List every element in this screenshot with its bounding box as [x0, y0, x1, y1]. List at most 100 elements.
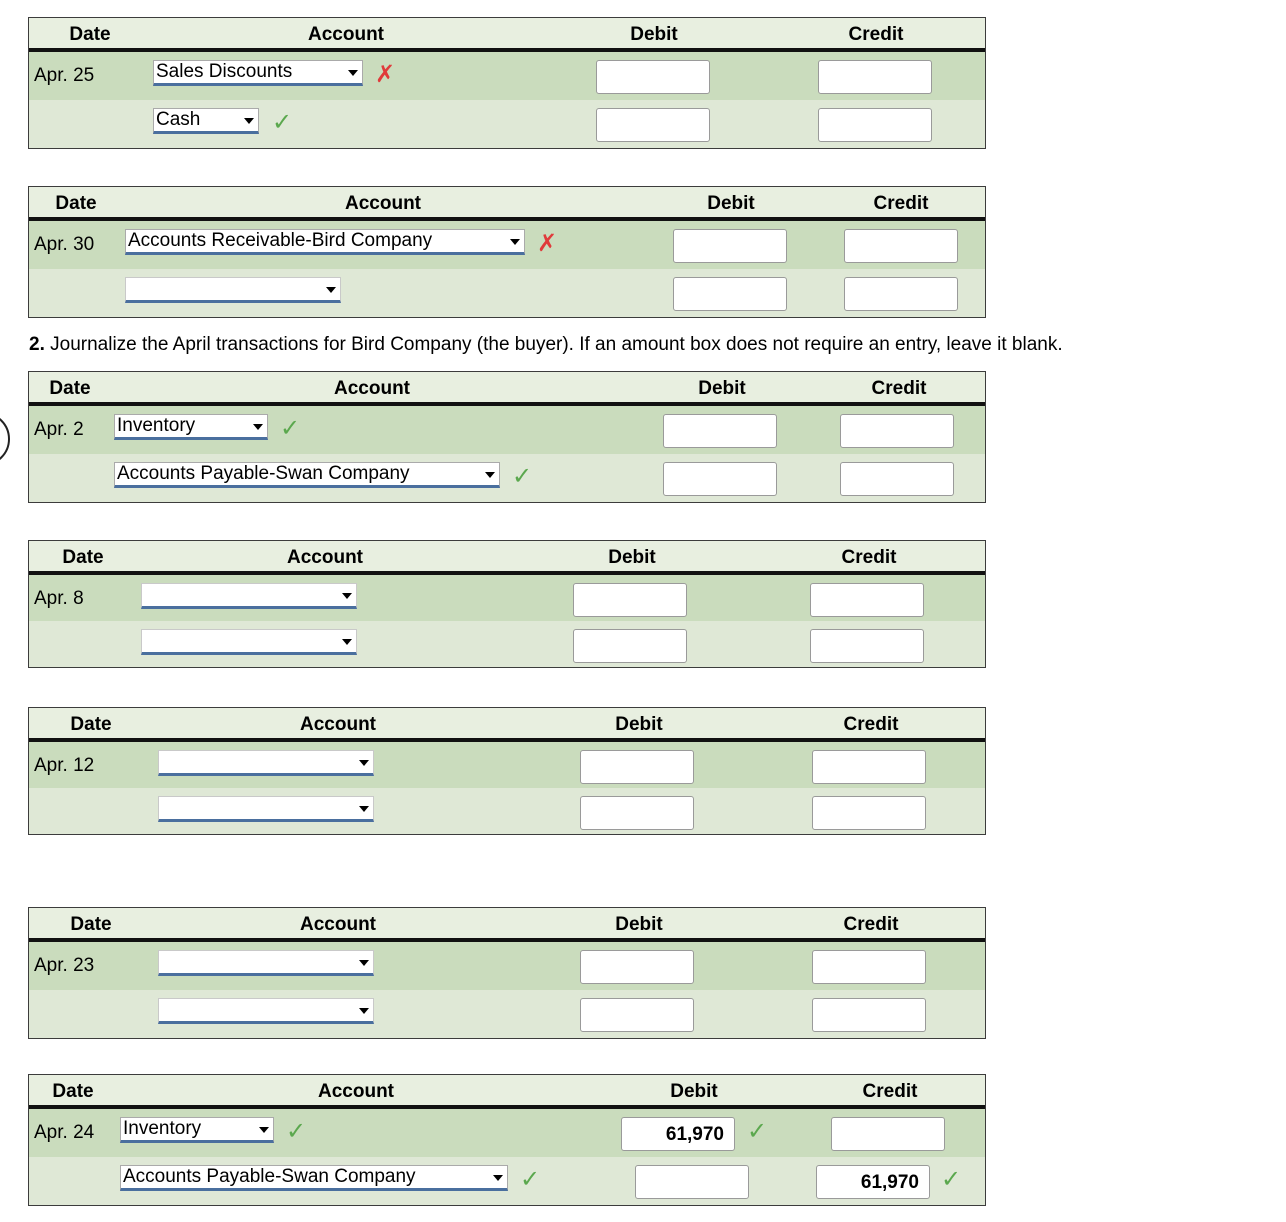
account-select[interactable]: Accounts Payable-Swan Company: [120, 1165, 508, 1191]
table-row: Accounts Payable-Swan Company ✓ 61,970 ✓: [29, 1157, 985, 1205]
account-select[interactable]: [141, 583, 357, 609]
debit-input[interactable]: [596, 108, 710, 142]
check-icon: ✓: [272, 109, 293, 136]
table-row: Apr. 2 Inventory ✓: [29, 406, 985, 454]
header-account: Account: [345, 193, 421, 214]
table-header: Date Account Debit Credit: [29, 1075, 985, 1109]
entry-date: Apr. 24: [34, 1122, 95, 1143]
credit-input[interactable]: [812, 998, 926, 1032]
account-select-value: Cash: [156, 109, 201, 130]
header-account: Account: [300, 714, 376, 735]
header-debit: Debit: [670, 1081, 718, 1102]
debit-input[interactable]: [635, 1165, 749, 1199]
debit-input[interactable]: [673, 277, 787, 311]
table-row: [29, 990, 985, 1038]
account-select-value: Inventory: [117, 415, 196, 436]
chevron-down-icon: [348, 70, 358, 76]
credit-input[interactable]: [812, 950, 926, 984]
account-select[interactable]: Cash: [153, 108, 259, 134]
debit-input[interactable]: [673, 229, 787, 263]
account-select[interactable]: [125, 277, 341, 303]
credit-input[interactable]: [844, 277, 958, 311]
chevron-down-icon: [485, 472, 495, 478]
table-header: Date Account Debit Credit: [29, 908, 985, 942]
header-date: Date: [49, 378, 91, 399]
table-header: Date Account Debit Credit: [29, 708, 985, 742]
header-debit: Debit: [608, 547, 656, 568]
journal-table-apr-25: Date Account Debit Credit Apr. 25 Sales …: [28, 17, 986, 149]
debit-input[interactable]: [663, 414, 777, 448]
debit-input[interactable]: [596, 60, 710, 94]
debit-input[interactable]: [663, 462, 777, 496]
header-credit: Credit: [843, 914, 899, 935]
chevron-down-icon: [510, 239, 520, 245]
credit-input[interactable]: [818, 108, 932, 142]
credit-input[interactable]: [840, 462, 954, 496]
chevron-down-icon: [253, 424, 263, 430]
entry-date: Apr. 30: [34, 234, 95, 255]
check-icon: ✓: [280, 415, 301, 442]
entry-date: Apr. 8: [34, 588, 84, 609]
debit-input[interactable]: [573, 629, 687, 663]
table-row: Apr. 24 Inventory ✓ 61,970 ✓: [29, 1109, 985, 1157]
chevron-down-icon: [342, 639, 352, 645]
header-date: Date: [52, 1081, 94, 1102]
header-date: Date: [55, 193, 97, 214]
account-select[interactable]: Sales Discounts: [153, 60, 363, 86]
table-header: Date Account Debit Credit: [29, 18, 985, 52]
chevron-down-icon: [359, 760, 369, 766]
credit-input[interactable]: [812, 796, 926, 830]
credit-input[interactable]: [840, 414, 954, 448]
account-select[interactable]: [158, 750, 374, 776]
header-debit: Debit: [707, 193, 755, 214]
debit-input[interactable]: 61,970: [621, 1117, 735, 1151]
entry-date: Apr. 25: [34, 65, 95, 86]
credit-input[interactable]: [812, 750, 926, 784]
debit-input[interactable]: [573, 583, 687, 617]
journal-table-apr-30: Date Account Debit Credit Apr. 30 Accoun…: [28, 186, 986, 318]
table-row: Apr. 12: [29, 742, 985, 788]
account-select[interactable]: Accounts Receivable-Bird Company: [125, 229, 525, 255]
header-credit: Credit: [848, 24, 904, 45]
x-icon: ✗: [537, 230, 558, 257]
account-select[interactable]: Accounts Payable-Swan Company: [114, 462, 500, 488]
header-credit: Credit: [873, 193, 929, 214]
header-account: Account: [318, 1081, 394, 1102]
entry-date: Apr. 23: [34, 955, 95, 976]
credit-input[interactable]: [818, 60, 932, 94]
credit-input[interactable]: [844, 229, 958, 263]
credit-input[interactable]: [810, 583, 924, 617]
account-select[interactable]: [158, 796, 374, 822]
header-debit: Debit: [630, 24, 678, 45]
table-header: Date Account Debit Credit: [29, 372, 985, 406]
journal-table-apr-2: Date Account Debit Credit Apr. 2 Invento…: [28, 371, 986, 503]
account-select-value: Accounts Payable-Swan Company: [123, 1166, 416, 1187]
header-date: Date: [70, 914, 112, 935]
instruction-text: 2. Journalize the April transactions for…: [29, 334, 1063, 356]
debit-input[interactable]: [580, 796, 694, 830]
debit-input[interactable]: [580, 750, 694, 784]
credit-input[interactable]: [810, 629, 924, 663]
header-debit: Debit: [615, 914, 663, 935]
journal-table-apr-23: Date Account Debit Credit Apr. 23: [28, 907, 986, 1039]
entry-date: Apr. 2: [34, 419, 84, 440]
account-select[interactable]: [158, 950, 374, 976]
table-row: Cash ✓: [29, 100, 985, 148]
partial-circle-icon: [0, 412, 10, 466]
chevron-down-icon: [359, 806, 369, 812]
account-select-value: Accounts Payable-Swan Company: [117, 463, 410, 484]
account-select[interactable]: [158, 998, 374, 1024]
credit-input[interactable]: [831, 1117, 945, 1151]
debit-input[interactable]: [580, 998, 694, 1032]
instruction-body: Journalize the April transactions for Bi…: [50, 334, 1063, 355]
debit-input[interactable]: [580, 950, 694, 984]
table-row: Apr. 25 Sales Discounts ✗: [29, 52, 985, 100]
check-icon: ✓: [941, 1166, 962, 1193]
header-credit: Credit: [841, 547, 897, 568]
account-select[interactable]: [141, 629, 357, 655]
account-select[interactable]: Inventory: [114, 414, 268, 440]
credit-input[interactable]: 61,970: [816, 1165, 930, 1199]
chevron-down-icon: [493, 1175, 503, 1181]
account-select[interactable]: Inventory: [120, 1117, 274, 1143]
header-date: Date: [62, 547, 104, 568]
